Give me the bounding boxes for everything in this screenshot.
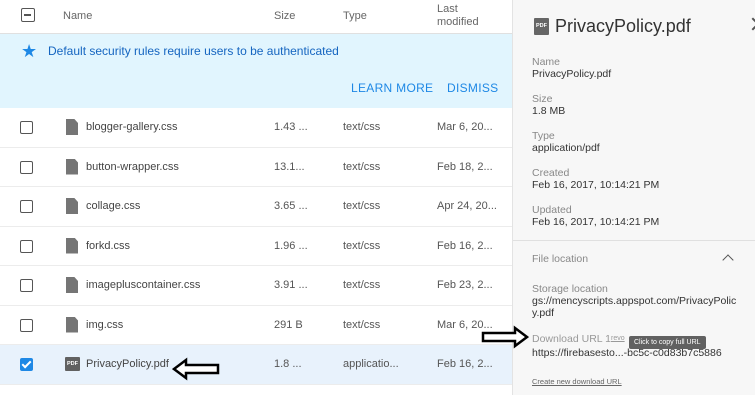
row-checkbox[interactable] bbox=[20, 239, 33, 253]
updated-label: Updated bbox=[532, 204, 572, 216]
row-checkbox[interactable] bbox=[20, 121, 33, 134]
file-name[interactable]: img.css bbox=[86, 319, 123, 331]
file-type: text/css bbox=[343, 200, 381, 212]
name-value: PrivacyPolicy.pdf bbox=[532, 68, 612, 80]
name-label: Name bbox=[532, 56, 561, 68]
table-row[interactable]: collage.css 3.65 ... text/css Apr 24, 20… bbox=[0, 187, 512, 227]
file-name[interactable]: imagepluscontainer.css bbox=[86, 279, 200, 291]
file-size: 1.43 ... bbox=[274, 121, 308, 133]
file-icon bbox=[66, 158, 78, 175]
star-icon: ★ bbox=[21, 41, 38, 61]
table-row[interactable]: blogger-gallery.css 1.43 ... text/css Ma… bbox=[0, 108, 512, 148]
storage-location-label: Storage location bbox=[532, 283, 608, 295]
create-download-url-link[interactable]: Create new download URL bbox=[532, 377, 622, 386]
section-divider bbox=[513, 240, 755, 241]
select-all-checkbox[interactable] bbox=[21, 8, 35, 22]
file-name[interactable]: button-wrapper.css bbox=[86, 161, 179, 173]
created-value: Feb 16, 2017, 10:14:21 PM bbox=[532, 179, 660, 191]
file-size: 13.1... bbox=[274, 160, 305, 173]
file-modified: Feb 18, 2... bbox=[437, 160, 493, 173]
created-label: Created bbox=[532, 167, 570, 179]
file-type: text/css bbox=[343, 239, 381, 252]
file-size: 1.96 ... bbox=[274, 239, 308, 252]
pdf-icon: PDF bbox=[534, 18, 549, 35]
banner-message: Default security rules require users to … bbox=[48, 44, 339, 58]
copy-url-tooltip: Click to copy full URL bbox=[629, 336, 706, 349]
file-size: 3.91 ... bbox=[274, 279, 308, 291]
file-name[interactable]: PrivacyPolicy.pdf bbox=[86, 358, 169, 370]
file-modified: Feb 16, 2... bbox=[437, 358, 493, 370]
file-rows: blogger-gallery.css 1.43 ... text/css Ma… bbox=[0, 108, 512, 385]
file-modified: Feb 23, 2... bbox=[437, 279, 493, 291]
storage-location-value: gs://mencyscripts.appspot.com/PrivacyPol… bbox=[532, 295, 737, 319]
file-type: text/css bbox=[343, 279, 381, 291]
file-icon bbox=[66, 198, 78, 214]
updated-value: Feb 16, 2017, 10:14:21 PM bbox=[532, 216, 660, 228]
row-checkbox[interactable] bbox=[20, 200, 33, 213]
column-header-name[interactable]: Name bbox=[63, 10, 92, 22]
file-icon bbox=[66, 119, 78, 135]
column-header-size[interactable]: Size bbox=[274, 10, 295, 22]
type-value: application/pdf bbox=[532, 142, 600, 154]
file-modified: Feb 16, 2... bbox=[437, 239, 493, 252]
arrow-right-icon bbox=[481, 325, 529, 349]
table-row[interactable]: button-wrapper.css 13.1... text/css Feb … bbox=[0, 147, 512, 187]
row-checkbox[interactable] bbox=[20, 279, 33, 292]
column-header-modified[interactable]: Last modified bbox=[437, 3, 497, 29]
pdf-icon: PDF bbox=[65, 357, 80, 371]
revoke-link[interactable]: revo bbox=[611, 335, 625, 342]
table-row[interactable]: forkd.css 1.96 ... text/css Feb 16, 2... bbox=[0, 226, 512, 266]
chevron-up-icon[interactable] bbox=[722, 254, 734, 266]
arrow-left-icon bbox=[172, 357, 220, 381]
file-type: text/css bbox=[343, 318, 381, 331]
file-icon bbox=[66, 237, 78, 254]
file-list-header: Name Size Type Last modified bbox=[0, 0, 512, 34]
security-banner: ★ Default security rules require users t… bbox=[0, 34, 512, 108]
row-checkbox[interactable] bbox=[20, 318, 33, 332]
table-row[interactable]: imagepluscontainer.css 3.91 ... text/css… bbox=[0, 266, 512, 306]
file-name[interactable]: blogger-gallery.css bbox=[86, 121, 178, 133]
file-name[interactable]: collage.css bbox=[86, 200, 140, 212]
file-size: 291 B bbox=[274, 318, 303, 331]
size-label: Size bbox=[532, 93, 553, 105]
learn-more-button[interactable]: LEARN MORE bbox=[351, 81, 433, 95]
table-row-selected[interactable]: PDF PrivacyPolicy.pdf 1.8 ... applicatio… bbox=[0, 345, 512, 385]
table-row[interactable]: img.css 291 B text/css Mar 6, 20... bbox=[0, 305, 512, 345]
row-checkbox-checked[interactable] bbox=[20, 358, 33, 371]
row-checkbox[interactable] bbox=[20, 160, 33, 174]
file-icon bbox=[66, 316, 78, 333]
file-modified: Apr 24, 20... bbox=[437, 200, 497, 212]
size-value: 1.8 MB bbox=[532, 105, 566, 117]
file-type: text/css bbox=[343, 121, 381, 133]
file-modified: Mar 6, 20... bbox=[437, 121, 493, 133]
dismiss-button[interactable]: DISMISS bbox=[447, 81, 498, 95]
file-type: text/css bbox=[343, 160, 381, 173]
file-detail-panel: PDF PrivacyPolicy.pdf Name PrivacyPolicy… bbox=[512, 0, 755, 395]
file-location-header[interactable]: File location bbox=[532, 253, 588, 265]
close-icon[interactable] bbox=[751, 17, 755, 31]
download-url-label: Download URL 1 bbox=[532, 333, 611, 345]
file-list-pane: Name Size Type Last modified ★ Default s… bbox=[0, 0, 512, 395]
file-name[interactable]: forkd.css bbox=[86, 240, 130, 252]
file-type: applicatio... bbox=[343, 358, 399, 370]
type-label: Type bbox=[532, 130, 555, 142]
column-header-type[interactable]: Type bbox=[343, 10, 367, 22]
file-size: 1.8 ... bbox=[274, 358, 302, 370]
detail-title: PrivacyPolicy.pdf bbox=[555, 16, 691, 36]
file-icon bbox=[66, 277, 78, 293]
file-size: 3.65 ... bbox=[274, 200, 308, 212]
